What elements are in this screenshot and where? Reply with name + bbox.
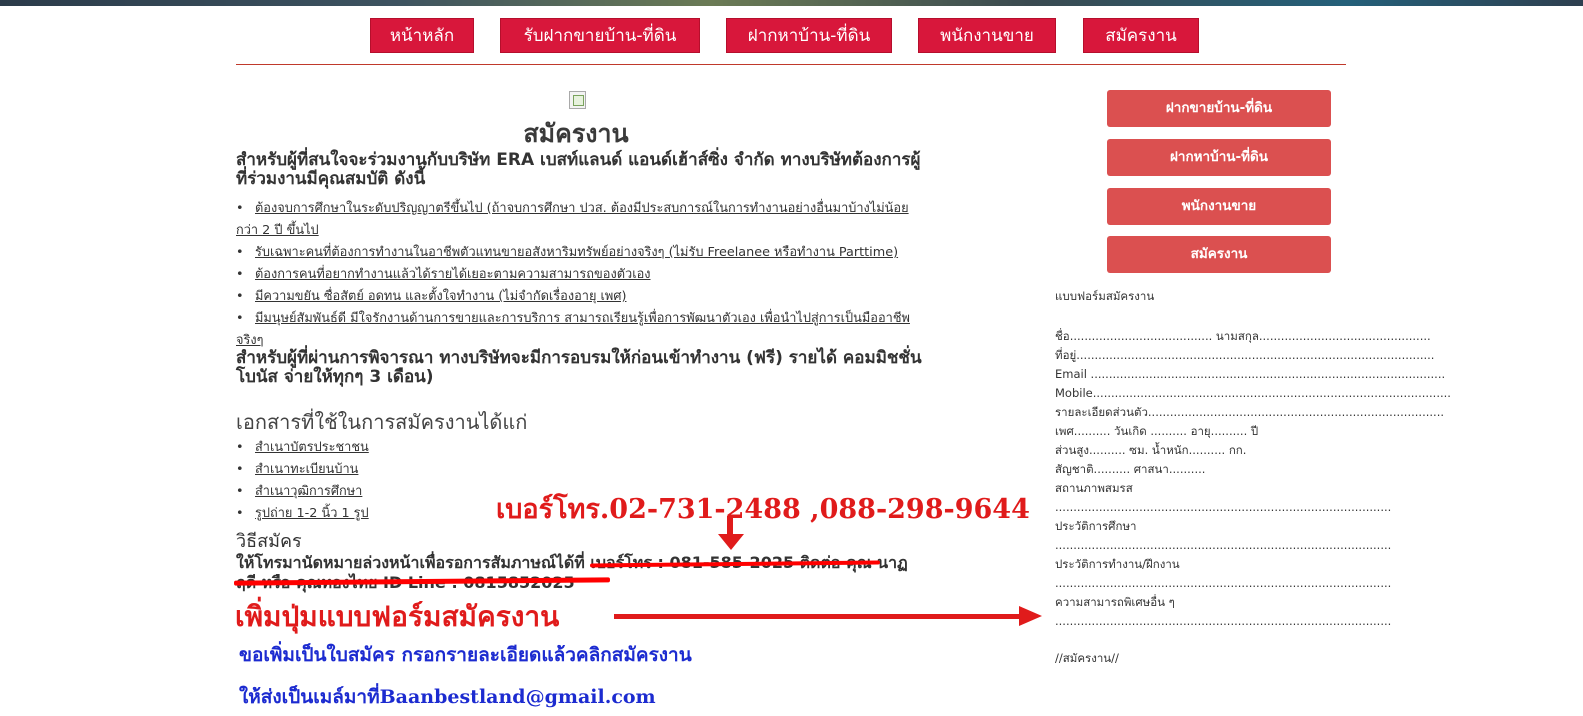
right-arrow-icon bbox=[614, 606, 1042, 626]
sidebar-btn-find[interactable]: ฝากหาบ้าน-ที่ดิน bbox=[1107, 139, 1331, 176]
sidebar-btn-staff[interactable]: พนักงานขาย bbox=[1107, 188, 1331, 225]
phone-annotation: เบอร์โทร.02-731-2488 ,088-298-9644 bbox=[496, 494, 1030, 525]
main-nav: หน้าหลัก รับฝากขายบ้าน-ที่ดิน ฝากหาบ้าน-… bbox=[0, 18, 1583, 54]
requirement-item[interactable]: ต้องการคนที่อยากทำงานแล้วได้รายได้เยอะตา… bbox=[236, 264, 926, 286]
documents-heading: เอกสารที่ใช้ในการสมัครงานได้แก่ bbox=[236, 410, 528, 434]
nav-sales-staff[interactable]: พนักงานขาย bbox=[918, 18, 1056, 53]
document-item[interactable]: สำเนาวุฒิการศึกษา bbox=[236, 481, 369, 503]
requirement-item[interactable]: มีมนุษย์สัมพันธ์ดี มีใจรักงานด้านการขายแ… bbox=[236, 308, 926, 352]
sidebar-btn-sell[interactable]: ฝากขายบ้าน-ที่ดิน bbox=[1107, 90, 1331, 127]
document-item[interactable]: สำเนาทะเบียนบ้าน bbox=[236, 459, 369, 481]
form-row-blank: ........................................… bbox=[1055, 538, 1392, 552]
form-row-nationality: สัญชาติ.......... ศาสนา.......... bbox=[1055, 462, 1206, 476]
form-row-blank: ........................................… bbox=[1055, 614, 1392, 628]
document-item[interactable]: สำเนาบัตรประชาชน bbox=[236, 437, 369, 459]
add-form-annotation: เพิ่มปุ่มแบบฟอร์มสมัครงาน bbox=[235, 600, 560, 633]
form-row-mobile: Mobile..................................… bbox=[1055, 386, 1451, 400]
how-to-apply-text: ให้โทรมานัดหมายล่วงหน้าเพื่อรอการสัมภาษณ… bbox=[236, 553, 916, 593]
how-to-apply-lead: ให้โทรมานัดหมายล่วงหน้าเพื่อรอการสัมภาษณ… bbox=[236, 553, 585, 572]
training-text: สำหรับผู้ที่ผ่านการพิจารณา ทางบริษัทจะมี… bbox=[236, 348, 922, 387]
requirement-item[interactable]: ต้องจบการศึกษาในระดับปริญญาตรีขึ้นไป (ถ้… bbox=[236, 198, 926, 242]
down-arrow-icon bbox=[718, 516, 744, 550]
form-row-marital: สถานภาพสมรส bbox=[1055, 481, 1133, 495]
form-row-skills: ความสามารถพิเศษอื่น ๆ bbox=[1055, 595, 1175, 609]
form-row-blank: ........................................… bbox=[1055, 500, 1392, 514]
how-to-apply-heading: วิธีสมัคร bbox=[236, 531, 302, 552]
nav-list-property[interactable]: รับฝากขายบ้าน-ที่ดิน bbox=[500, 18, 700, 53]
nav-home[interactable]: หน้าหลัก bbox=[370, 18, 474, 53]
form-submit-placeholder[interactable]: //สมัครงาน// bbox=[1055, 649, 1119, 667]
requirements-list: ต้องจบการศึกษาในระดับปริญญาตรีขึ้นไป (ถ้… bbox=[236, 198, 926, 352]
sidebar-btn-apply[interactable]: สมัครงาน bbox=[1107, 236, 1331, 273]
form-row-personal: รายละเอียดส่วนตัว.......................… bbox=[1055, 405, 1445, 419]
note-email-request: ให้ส่งเป็นเมล์มาที่Baanbestland@gmail.co… bbox=[239, 686, 656, 708]
page-title: สมัครงาน bbox=[523, 119, 629, 148]
top-banner-strip bbox=[0, 0, 1583, 6]
form-row-education: ประวัติการศึกษา bbox=[1055, 519, 1137, 533]
nav-divider bbox=[236, 64, 1346, 65]
form-row-blank: ........................................… bbox=[1055, 576, 1392, 590]
requirement-item[interactable]: รับเฉพาะคนที่ต้องการทำงานในอาชีพตัวแทนขา… bbox=[236, 242, 926, 264]
form-row-work-history: ประวัติการทำงาน/ฝึกงาน bbox=[1055, 557, 1180, 571]
form-row-name: ชื่อ....................................… bbox=[1055, 329, 1431, 343]
documents-list: สำเนาบัตรประชาชน สำเนาทะเบียนบ้าน สำเนาว… bbox=[236, 437, 369, 525]
form-row-gender-age: เพศ.......... วันเกิด .......... อายุ...… bbox=[1055, 424, 1259, 438]
form-row-address: ที่อยู่.................................… bbox=[1055, 348, 1435, 362]
form-title: แบบฟอร์มสมัครงาน bbox=[1055, 289, 1155, 303]
form-row-height-weight: ส่วนสูง.......... ซม. น้ำหนัก.......... … bbox=[1055, 443, 1247, 457]
broken-image-icon bbox=[569, 91, 586, 109]
note-form-request: ขอเพิ่มเป็นใบสมัคร กรอกรายละเอียดแล้วคลิ… bbox=[239, 644, 692, 666]
requirement-item[interactable]: มีความขยัน ซื่อสัตย์ อดทน และตั้งใจทำงาน… bbox=[236, 286, 926, 308]
intro-text: สำหรับผู้ที่สนใจจะร่วมงานกับบริษัท ERA เ… bbox=[236, 150, 921, 189]
form-row-email: Email ..................................… bbox=[1055, 367, 1446, 381]
nav-apply-job[interactable]: สมัครงาน bbox=[1083, 18, 1199, 53]
document-item[interactable]: รูปถ่าย 1-2 นิ้ว 1 รูป bbox=[236, 503, 369, 525]
nav-find-property[interactable]: ฝากหาบ้าน-ที่ดิน bbox=[726, 18, 892, 53]
